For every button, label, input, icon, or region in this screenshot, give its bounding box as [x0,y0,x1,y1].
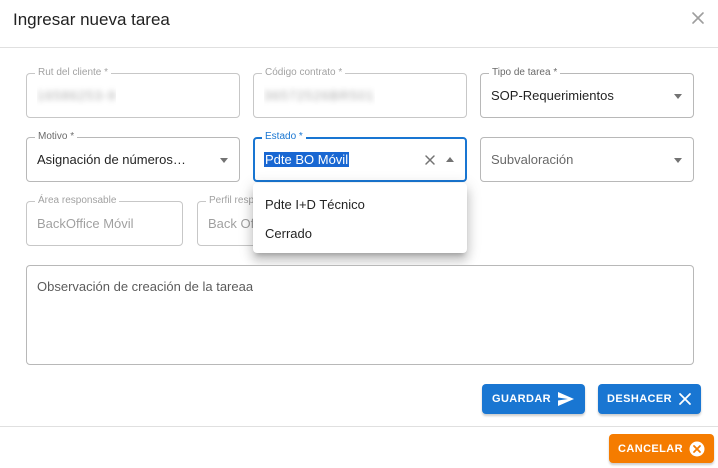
deshacer-label: DESHACER [607,393,672,405]
cancelar-button[interactable]: CANCELAR [609,434,714,463]
guardar-label: GUARDAR [491,393,552,405]
codigo-contrato-value: 36572526BR501 [264,88,375,103]
dialog-title: Ingresar nueva tarea [13,10,170,29]
guardar-button[interactable]: GUARDAR [482,384,585,414]
chevron-down-icon[interactable] [220,157,228,163]
estado-value[interactable]: Pdte BO Móvil [264,139,350,180]
chevron-up-icon[interactable] [446,156,454,162]
estado-option[interactable]: Pdte I+D Técnico [253,190,467,218]
cancelar-label: CANCELAR [618,442,683,455]
observacion-placeholder: Observación de creación de la tareaa [37,279,254,294]
codigo-contrato-field: Código contrato * 36572526BR501 [253,67,467,118]
header-divider [0,47,718,48]
motivo-value: Asignación de números… [37,152,186,167]
clear-icon[interactable] [423,153,437,167]
area-responsable-value: BackOffice Móvil [37,216,134,231]
estado-dropdown-list: Pdte I+D Técnico Cerrado [253,183,467,253]
rut-value: 16586253-9 [37,88,117,103]
area-responsable-field: Área responsable BackOffice Móvil [26,195,183,246]
estado-select[interactable]: Estado * Pdte BO Móvil [253,131,467,182]
subvaloracion-select[interactable]: Subvaloración [480,137,694,182]
close-icon[interactable] [688,8,708,28]
subvaloracion-placeholder: Subvaloración [491,152,574,167]
new-task-dialog: Ingresar nueva tarea Rut del cliente * 1… [0,0,718,468]
chevron-down-icon[interactable] [674,93,682,99]
chevron-down-icon[interactable] [674,157,682,163]
send-icon [557,391,575,407]
estado-option[interactable]: Cerrado [253,219,467,247]
tipo-tarea-value: SOP-Requerimientos [491,88,614,103]
rut-field: Rut del cliente * 16586253-9 [26,67,240,118]
motivo-select[interactable]: Motivo * Asignación de números… [26,131,240,182]
tipo-tarea-select[interactable]: Tipo de tarea * SOP-Requerimientos [480,67,694,118]
deshacer-button[interactable]: DESHACER [598,384,701,414]
x-icon [678,392,692,406]
observacion-textarea[interactable]: Observación de creación de la tareaa [26,265,694,365]
footer-divider [0,426,718,427]
cancel-circle-icon [689,441,705,457]
